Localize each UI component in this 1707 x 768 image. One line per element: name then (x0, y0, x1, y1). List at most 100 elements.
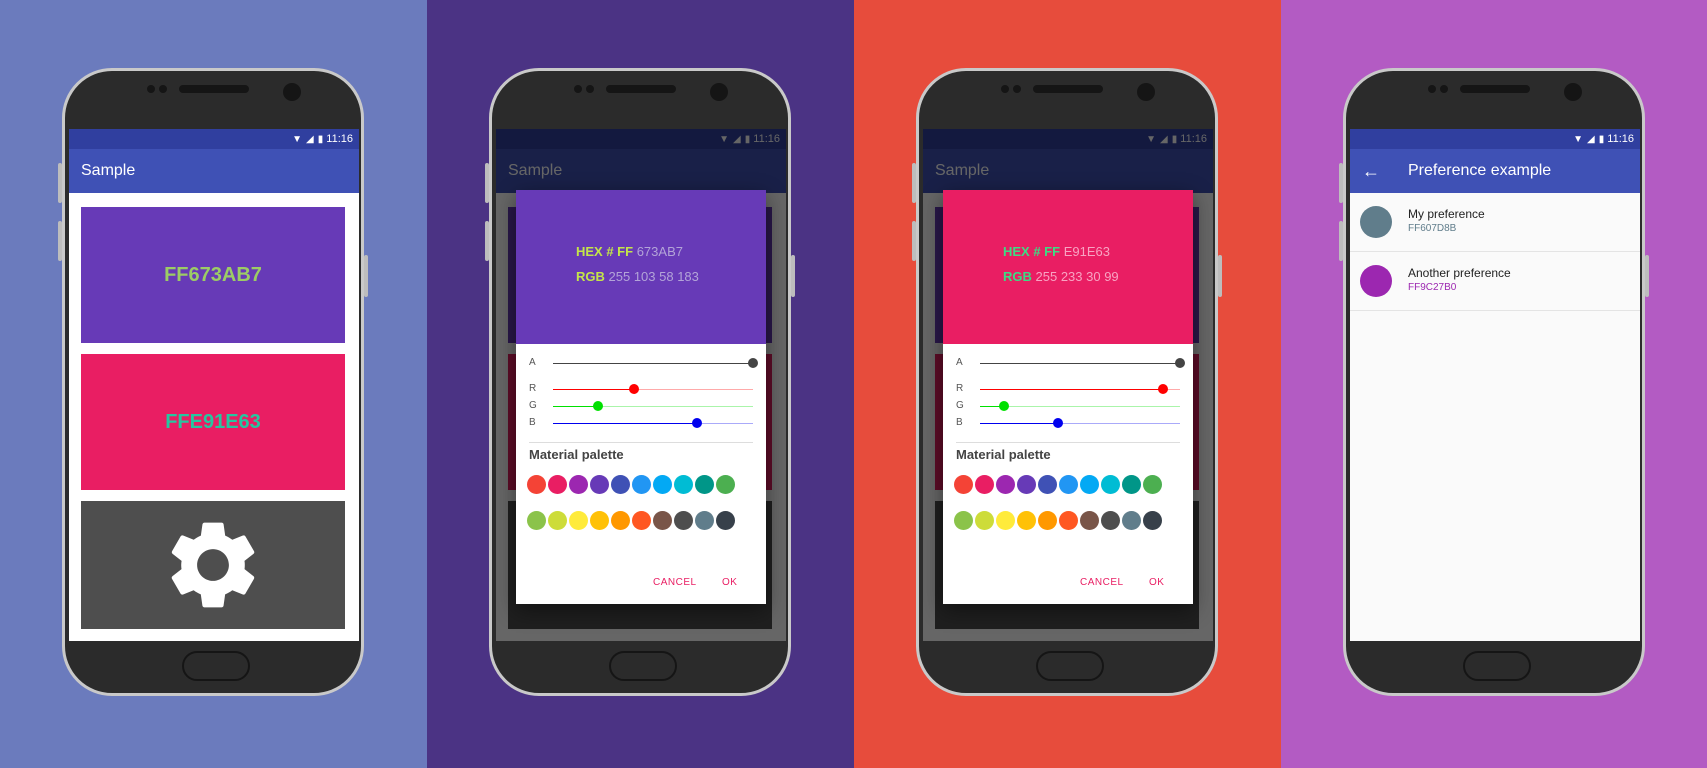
palette-swatch[interactable] (527, 475, 546, 494)
palette-swatch[interactable] (1059, 475, 1078, 494)
palette-swatch[interactable] (1101, 475, 1120, 494)
palette-swatch[interactable] (548, 511, 567, 530)
earpiece (606, 85, 676, 93)
palette-swatch[interactable] (632, 511, 651, 530)
slider-label-r: R (956, 383, 964, 394)
front-camera (1137, 83, 1155, 101)
color-swatch-preview (1360, 265, 1392, 297)
slider-red[interactable] (553, 384, 753, 394)
arrow-back-icon[interactable]: ← (1362, 149, 1380, 193)
slider-thumb[interactable] (998, 401, 1009, 411)
volume-button (912, 163, 916, 203)
slider-green[interactable] (980, 401, 1180, 411)
slider-thumb[interactable] (691, 418, 702, 428)
palette-swatch[interactable] (653, 475, 672, 494)
palette-swatch[interactable] (632, 475, 651, 494)
palette-swatch[interactable] (1080, 511, 1099, 530)
proximity-sensor (1428, 85, 1436, 93)
front-camera (710, 83, 728, 101)
palette-swatch[interactable] (569, 511, 588, 530)
palette-swatch[interactable] (996, 475, 1015, 494)
rgb-line: RGB 255 103 58 183 (576, 269, 699, 284)
palette-title: Material palette (529, 447, 624, 462)
preference-row[interactable]: My preference FF607D8B (1350, 193, 1640, 252)
palette-swatch[interactable] (1143, 475, 1162, 494)
preference-summary: FF9C27B0 (1408, 282, 1457, 293)
color-picker-dialog: HEX # FF 673AB7 RGB 255 103 58 183 A R G (516, 190, 766, 604)
power-button (364, 255, 368, 297)
slider-thumb[interactable] (1052, 418, 1063, 428)
palette-swatch[interactable] (590, 475, 609, 494)
settings-tile[interactable] (81, 501, 345, 629)
slider-thumb[interactable] (1175, 358, 1185, 368)
volume-button (1339, 163, 1343, 203)
cancel-button[interactable]: CANCEL (653, 577, 697, 588)
ok-button[interactable]: OK (1149, 577, 1164, 588)
palette-swatch[interactable] (1122, 475, 1141, 494)
palette-swatch[interactable] (716, 511, 735, 530)
slider-label-a: A (529, 357, 536, 368)
promo-stage: ▼ ◢ ▮ 11:16 Sample FF673AB7 FFE91E63 HEX… (0, 0, 1707, 768)
palette-swatch[interactable] (1059, 511, 1078, 530)
palette-swatch[interactable] (1017, 475, 1036, 494)
slider-thumb[interactable] (748, 358, 758, 368)
palette-swatch[interactable] (1038, 511, 1057, 530)
palette-swatch[interactable] (653, 511, 672, 530)
slider-thumb[interactable] (628, 384, 639, 394)
palette-swatch[interactable] (1143, 511, 1162, 530)
front-camera (1564, 83, 1582, 101)
rgb-label: RGB (576, 269, 605, 284)
power-button (791, 255, 795, 297)
palette-swatch[interactable] (674, 475, 693, 494)
palette-swatch[interactable] (975, 475, 994, 494)
color-tile-label: FFE91E63 (165, 410, 261, 433)
palette-swatch[interactable] (716, 475, 735, 494)
wifi-icon: ▼ (292, 134, 302, 145)
proximity-sensor (147, 85, 155, 93)
phone-3: ▼◢▮ 11:16 Sample HEX # FF E91E63 RGB 2 (912, 68, 1222, 696)
color-tile-purple[interactable]: FF673AB7 (81, 207, 345, 343)
palette-swatch[interactable] (674, 511, 693, 530)
ok-button[interactable]: OK (722, 577, 737, 588)
preference-row[interactable]: Another preference FF9C27B0 (1350, 252, 1640, 311)
palette-swatch[interactable] (695, 511, 714, 530)
palette-swatch[interactable] (611, 511, 630, 530)
palette-swatch[interactable] (548, 475, 567, 494)
palette-swatch[interactable] (611, 475, 630, 494)
home-button (609, 651, 677, 681)
palette-swatch[interactable] (1122, 511, 1141, 530)
palette-swatch[interactable] (975, 511, 994, 530)
status-bar: ▼ ◢▮ 11:16 (69, 129, 359, 149)
palette-swatch[interactable] (1101, 511, 1120, 530)
color-preview: HEX # FF E91E63 RGB 255 233 30 99 (943, 190, 1193, 344)
palette-swatch[interactable] (527, 511, 546, 530)
dialog-body: A R G B Material palette CANCEL OK (516, 344, 766, 604)
palette-swatch[interactable] (1017, 511, 1036, 530)
slider-blue[interactable] (553, 418, 753, 428)
color-swatch-preview (1360, 206, 1392, 238)
slider-thumb[interactable] (593, 401, 604, 411)
hex-label: HEX # FF (1003, 244, 1061, 259)
slider-green[interactable] (553, 401, 753, 411)
palette-swatch[interactable] (569, 475, 588, 494)
palette-swatch[interactable] (954, 511, 973, 530)
palette-swatch[interactable] (1038, 475, 1057, 494)
slider-thumb[interactable] (1157, 384, 1168, 394)
slider-alpha[interactable] (980, 358, 1185, 368)
palette-swatch[interactable] (996, 511, 1015, 530)
rgb-value: 255 233 30 99 (1035, 269, 1119, 284)
color-tile-pink[interactable]: FFE91E63 (81, 354, 345, 490)
palette-swatch[interactable] (1080, 475, 1099, 494)
battery-icon: ▮ (1598, 134, 1605, 145)
slider-alpha[interactable] (553, 358, 758, 368)
cancel-button[interactable]: CANCEL (1080, 577, 1124, 588)
home-button (182, 651, 250, 681)
phone-1: ▼ ◢ ▮ 11:16 Sample FF673AB7 FFE91E63 (58, 68, 368, 696)
palette-swatch[interactable] (590, 511, 609, 530)
slider-red[interactable] (980, 384, 1180, 394)
slider-blue[interactable] (980, 418, 1180, 428)
slider-label-b: B (529, 417, 536, 428)
palette-swatch[interactable] (954, 475, 973, 494)
power-button (1645, 255, 1649, 297)
palette-swatch[interactable] (695, 475, 714, 494)
